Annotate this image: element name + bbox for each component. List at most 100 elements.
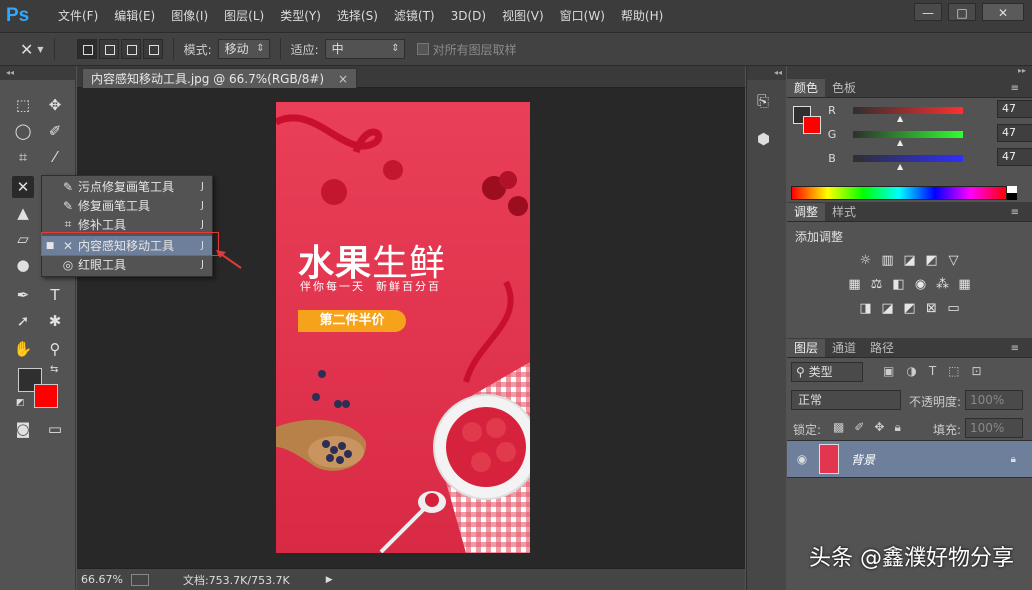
blue-value-field[interactable]: 47 — [997, 148, 1032, 166]
tab-paths[interactable]: 路径 — [863, 339, 901, 357]
bg-color-swatch[interactable] — [803, 116, 821, 134]
tab-layers[interactable]: 图层 — [787, 339, 826, 357]
threshold-icon[interactable]: ◩ — [902, 301, 918, 317]
default-colors-icon[interactable]: ◩ — [16, 398, 25, 408]
green-value-field[interactable]: 47 — [997, 124, 1032, 142]
black-white-icon[interactable]: ◧ — [891, 277, 907, 293]
close-tab-icon[interactable]: × — [338, 72, 348, 86]
filter-smart-icon[interactable]: ⊡ — [972, 364, 982, 378]
color-balance-icon[interactable]: ⚖ — [869, 277, 885, 293]
blend-mode-select[interactable]: 正常 — [791, 390, 901, 410]
opacity-field[interactable]: 100% — [965, 390, 1023, 410]
lock-all-icon[interactable]: 🔒︎ — [894, 420, 900, 435]
hue-saturation-icon[interactable]: ▦ — [847, 277, 863, 293]
slider-blue[interactable]: B ▲ 47 — [823, 146, 1032, 171]
menu-view[interactable]: 视图(V) — [494, 0, 552, 32]
panel-menu-icon[interactable]: ≡ — [1004, 340, 1026, 358]
marquee-tool-icon[interactable]: ⬚ — [12, 94, 34, 116]
flyout-item-spot-healing[interactable]: ✎ 污点修复画笔工具 J — [42, 177, 212, 196]
panels-collapse-icon[interactable]: ▸▸ — [787, 66, 1032, 78]
lock-brush-icon[interactable]: ✐ — [854, 420, 864, 435]
content-aware-move-icon[interactable]: ✕ — [20, 40, 33, 59]
blur-tool-icon[interactable]: ● — [12, 254, 34, 276]
content-aware-move-tool-icon[interactable]: ✕ — [12, 176, 34, 198]
flyout-item-healing-brush[interactable]: ✎ 修复画笔工具 J — [42, 196, 212, 215]
filter-adjust-icon[interactable]: ◑ — [906, 364, 916, 378]
intersect-selection-button[interactable] — [142, 39, 163, 59]
layer-filter-select[interactable]: ⚲ 类型 — [791, 362, 863, 382]
zoom-tool-icon[interactable]: ⚲ — [44, 338, 66, 360]
vibrance-icon[interactable]: ▽ — [946, 253, 962, 269]
type-tool-icon[interactable]: T — [44, 284, 66, 306]
mode-select[interactable]: 移动 — [217, 39, 270, 59]
move-tool-icon[interactable]: ✥ — [44, 94, 66, 116]
hand-tool-icon[interactable]: ✋ — [12, 338, 34, 360]
path-select-tool-icon[interactable]: ➚ — [12, 310, 34, 332]
new-selection-button[interactable] — [76, 39, 97, 59]
slider-green[interactable]: G ▲ 47 — [823, 122, 1032, 147]
layer-name[interactable]: 背景 — [851, 451, 875, 468]
pen-tool-icon[interactable]: ✒ — [12, 284, 34, 306]
layer-row-background[interactable]: ◉ 背景 🔒︎ — [787, 440, 1032, 478]
zoom-level[interactable]: 66.67% — [81, 573, 123, 586]
subtract-selection-button[interactable] — [120, 39, 141, 59]
color-lookup-icon[interactable]: ▦ — [957, 277, 973, 293]
quick-mask-icon[interactable]: ◙ — [12, 418, 34, 440]
filter-type-icon[interactable]: T — [929, 364, 936, 378]
red-value-field[interactable]: 47 — [997, 100, 1032, 118]
slider-thumb-icon[interactable]: ▲ — [897, 162, 903, 171]
crop-tool-icon[interactable]: ⌗ — [12, 146, 34, 168]
properties-icon[interactable]: ⬢ — [757, 130, 770, 148]
menu-help[interactable]: 帮助(H) — [613, 0, 671, 32]
flyout-item-red-eye[interactable]: ◎ 红眼工具 J — [42, 255, 212, 274]
quick-select-tool-icon[interactable]: ✐ — [44, 120, 66, 142]
fill-field[interactable]: 100% — [965, 418, 1023, 438]
photo-filter-icon[interactable]: ◉ — [913, 277, 929, 293]
adapt-select[interactable]: 中 — [324, 39, 405, 59]
history-icon[interactable]: ⎘ — [757, 92, 769, 110]
visibility-eye-icon[interactable]: ◉ — [787, 452, 817, 466]
filter-pixel-icon[interactable]: ▣ — [883, 364, 894, 378]
filter-shape-icon[interactable]: ⬚ — [948, 364, 959, 378]
restore-button[interactable]: □ — [948, 3, 976, 21]
panel-menu-icon[interactable]: ≡ — [1004, 80, 1026, 98]
chevron-down-icon[interactable]: ▼ — [37, 45, 43, 54]
lock-pixels-icon[interactable]: ▩ — [833, 420, 844, 435]
menu-filter[interactable]: 滤镜(T) — [386, 0, 443, 32]
posterize-icon[interactable]: ◪ — [880, 301, 896, 317]
slider-red[interactable]: R ▲ 47 — [823, 98, 1032, 123]
channel-mixer-icon[interactable]: ⁂ — [935, 277, 951, 293]
status-menu-arrow-icon[interactable]: ▶ — [326, 575, 333, 585]
document-tab[interactable]: 内容感知移动工具.jpg @ 66.7%(RGB/8#) × — [82, 68, 357, 88]
swap-colors-icon[interactable]: ⇆ — [50, 364, 58, 375]
selective-color-icon[interactable]: ▭ — [946, 301, 962, 317]
add-selection-button[interactable] — [98, 39, 119, 59]
tab-channels[interactable]: 通道 — [825, 339, 863, 357]
curves-icon[interactable]: ◪ — [902, 253, 918, 269]
tab-adjustments[interactable]: 调整 — [787, 203, 826, 221]
panel-menu-icon[interactable]: ≡ — [1004, 204, 1026, 222]
close-window-button[interactable]: ✕ — [982, 3, 1024, 21]
eyedropper-tool-icon[interactable]: ⁄ — [44, 146, 66, 168]
gradient-map-icon[interactable]: ⊠ — [924, 301, 940, 317]
screen-mode-icon[interactable]: ▭ — [44, 418, 66, 440]
eraser-tool-icon[interactable]: ▱ — [12, 228, 34, 250]
brightness-icon[interactable]: ☼ — [858, 253, 874, 269]
sample-all-layers-checkbox[interactable] — [416, 43, 429, 55]
invert-icon[interactable]: ◨ — [858, 301, 874, 317]
lasso-tool-icon[interactable]: ◯ — [12, 120, 34, 142]
shape-tool-icon[interactable]: ✱ — [44, 310, 66, 332]
stamp-tool-icon[interactable]: ▲ — [12, 202, 34, 224]
color-spectrum-bar[interactable] — [791, 186, 1007, 200]
menu-type[interactable]: 类型(Y) — [272, 0, 329, 32]
menu-edit[interactable]: 编辑(E) — [106, 0, 163, 32]
tab-swatches[interactable]: 色板 — [825, 79, 863, 97]
black-white-swatch[interactable] — [1007, 186, 1017, 200]
status-info-icon[interactable] — [130, 573, 149, 586]
exposure-icon[interactable]: ◩ — [924, 253, 940, 269]
dock-collapse-icon[interactable]: ◂◂ — [747, 66, 786, 80]
background-color-swatch[interactable] — [34, 384, 58, 408]
menu-3d[interactable]: 3D(D) — [443, 0, 494, 32]
menu-select[interactable]: 选择(S) — [329, 0, 386, 32]
canvas-image[interactable]: 水果生鲜 伴你每一天 新鲜百分百 第二件半价 — [276, 102, 530, 553]
